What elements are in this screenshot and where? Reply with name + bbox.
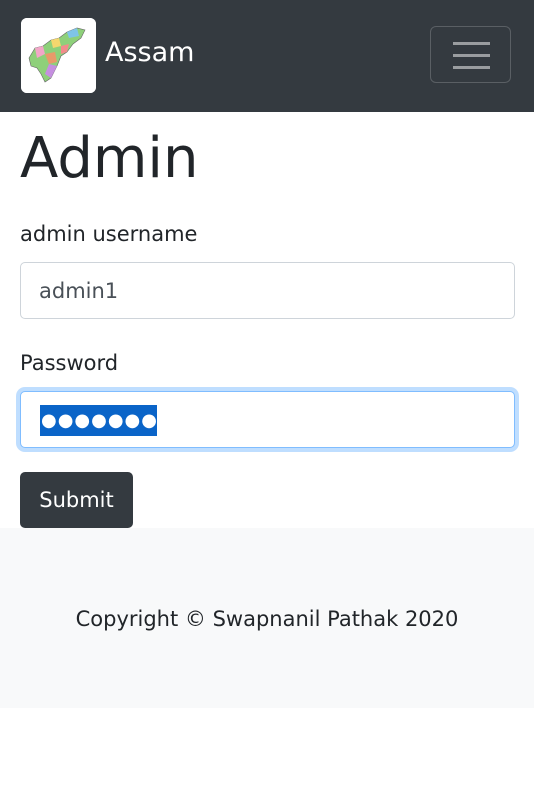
username-label: admin username bbox=[20, 222, 198, 246]
brand-name[interactable]: Assam bbox=[105, 34, 194, 72]
footer: Copyright © Swapnanil Pathak 2020 bbox=[0, 528, 534, 708]
assam-map-icon[interactable] bbox=[21, 18, 96, 93]
password-input[interactable]: ●●●●●●●● bbox=[20, 391, 515, 448]
password-label: Password bbox=[20, 351, 119, 375]
username-value: admin1 bbox=[39, 279, 119, 303]
navbar: Assam bbox=[0, 0, 534, 112]
copyright-text: Copyright © Swapnanil Pathak 2020 bbox=[75, 607, 459, 631]
username-input[interactable]: admin1 bbox=[20, 262, 515, 319]
hamburger-menu-icon bbox=[453, 42, 490, 45]
navbar-toggler-button[interactable] bbox=[430, 26, 511, 83]
password-value: ●●●●●●●● bbox=[40, 405, 174, 436]
submit-button[interactable]: Submit bbox=[20, 472, 133, 528]
page-title: Admin bbox=[20, 126, 199, 191]
